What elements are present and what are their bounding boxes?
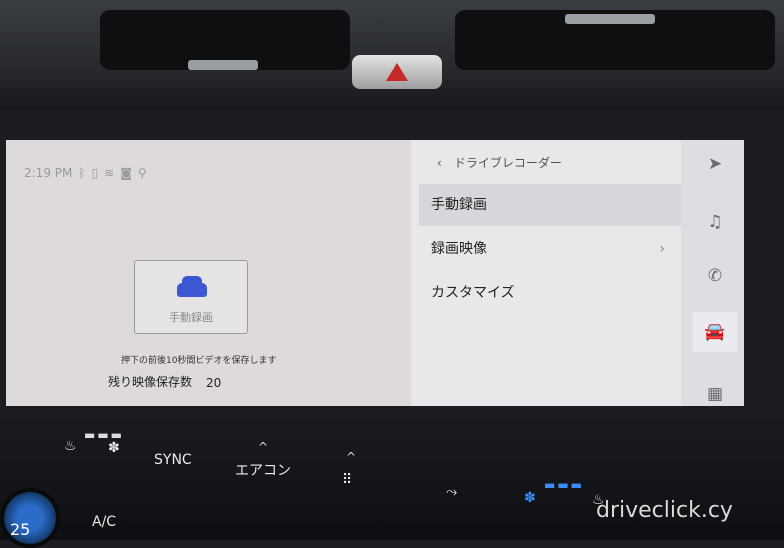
vent-slat [565,14,655,24]
camera-icon: ◙ [120,166,132,180]
ac-label[interactable]: A/C [92,514,116,530]
vent-slat [188,60,258,70]
watermark: driveclick.cy [596,498,733,523]
back-chevron-icon[interactable]: ‹ [437,156,442,170]
remaining-count-label: 残り映像保存数 [108,375,193,389]
fan-icon[interactable]: ✽ [524,490,536,506]
clock: 2:19 PM [24,166,73,180]
record-description: 押下の前後10秒間ビデオを保存します [121,356,277,366]
side-navigation: ➤ ♫ ✆ 🚘 ▦ [681,140,744,406]
music-icon[interactable]: ♫ [703,210,727,234]
fan-level: ▬▬▬ [544,478,585,492]
wifi-icon: ≋ [104,166,115,180]
menu-item-customize[interactable]: カスタマイズ [419,272,685,314]
up-chevron-icon[interactable]: ^ [346,450,358,464]
chevron-right-icon: › [659,241,665,257]
phone-icon[interactable]: ✆ [703,264,727,288]
temperature-dial[interactable] [0,488,60,548]
recorder-menu-panel: ‹ ドライブレコーダー 手動録画 録画映像 › カスタマイズ 🎙 [411,140,685,406]
seat-fan-icon[interactable]: ✽ [108,440,120,456]
status-bar: 2:19 PM ᛒ ▯ ≋ ◙ ⚲ [24,166,147,180]
navigation-arrow-icon[interactable]: ➤ [703,152,727,176]
hazard-triangle-icon [386,63,408,81]
sync-button[interactable]: SYNC [154,452,192,468]
remaining-count-value: 20 [206,376,222,390]
hazard-button[interactable] [352,55,442,89]
climate-control-strip: ▬▬▬ ♨ ✽ SYNC ^ エアコン ^ ⠿ ⤳ ✽ ▬▬▬ ♨ A/C dr… [0,406,784,540]
panel-title: ドライブレコーダー [453,156,562,170]
manual-record-button[interactable]: 手動録画 [134,260,248,334]
bluetooth-icon: ᛒ [78,166,86,180]
menu-item-recorded-video[interactable]: 録画映像 › [419,228,685,270]
airflow-icon[interactable]: ⤳ [446,484,457,500]
car-icon[interactable]: 🚘 [693,312,737,352]
menu-item-label: 手動録画 [431,197,487,213]
dashboard-top [0,0,784,110]
menu-item-label: 録画映像 [431,241,487,257]
aircon-button[interactable]: エアコン [235,460,291,480]
menu-item-label: カスタマイズ [431,285,515,301]
battery-icon: ▯ [91,166,99,180]
apps-dots-icon[interactable]: ⠿ [342,472,352,488]
recorder-panel: 2:19 PM ᛒ ▯ ≋ ◙ ⚲ 手動録画 押下の前後10秒間ビデオを保存しま… [6,140,411,406]
temperature-value: 25 [10,520,31,539]
car-icon [177,276,207,297]
location-icon: ⚲ [137,166,147,180]
menu-item-manual-record[interactable]: 手動録画 [419,184,685,226]
seat-heater-icon[interactable]: ♨ [64,438,77,454]
panel-header: ‹ ドライブレコーダー [437,154,562,171]
record-card-label: 手動録画 [169,311,213,324]
up-chevron-icon[interactable]: ^ [258,440,270,454]
infotainment-screen: 2:19 PM ᛒ ▯ ≋ ◙ ⚲ 手動録画 押下の前後10秒間ビデオを保存しま… [6,140,744,406]
apps-grid-icon[interactable]: ▦ [703,382,727,406]
